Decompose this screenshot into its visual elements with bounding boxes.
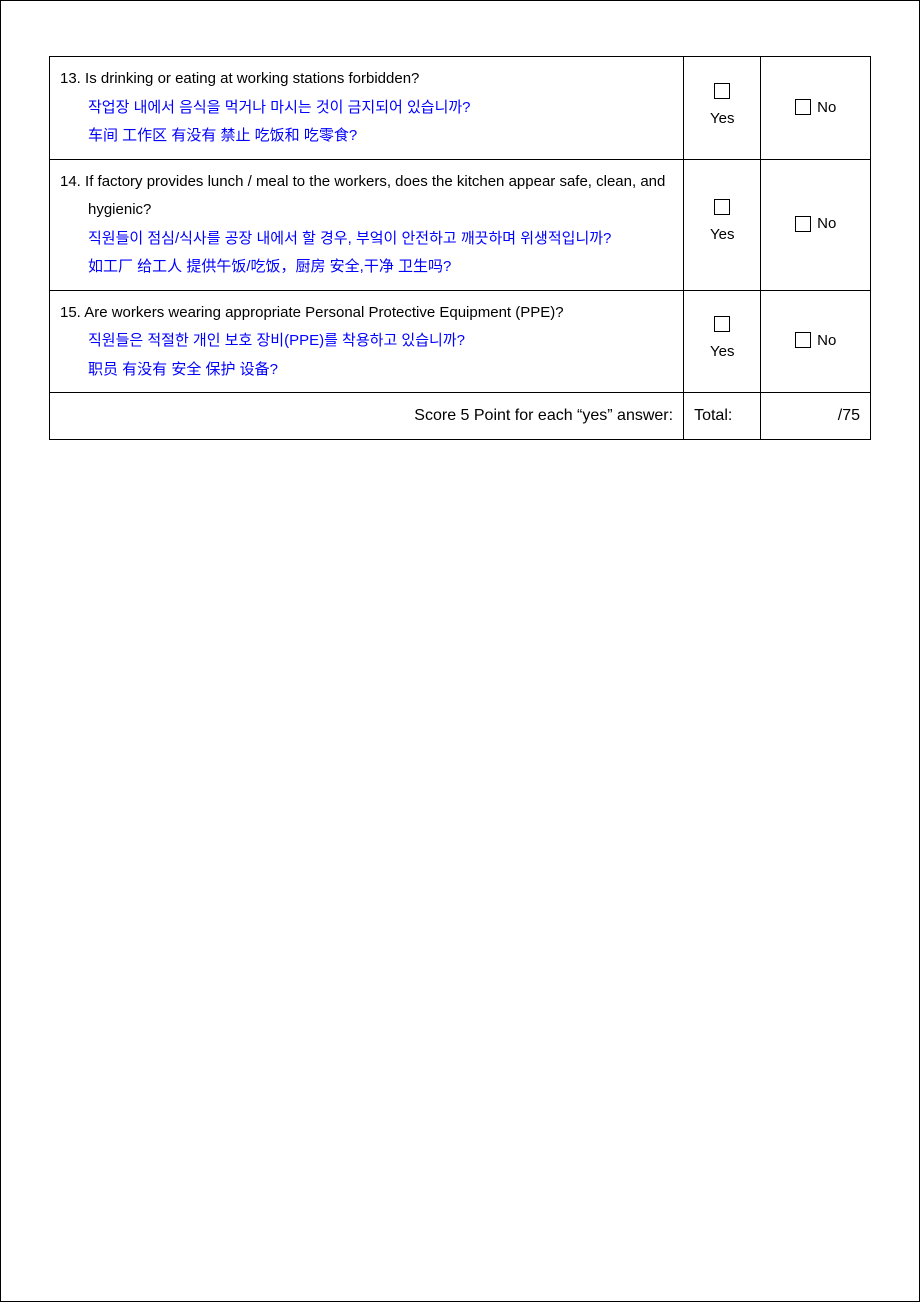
question-ko: 직원들은 적절한 개인 보호 장비(PPE)를 착용하고 있습니까?	[60, 327, 673, 356]
no-cell: No	[761, 57, 871, 160]
question-number: 15.	[60, 304, 81, 321]
footer-row: Score 5 Point for each “yes” answer: Tot…	[50, 393, 871, 440]
no-label: No	[817, 210, 836, 239]
page-frame: 13. Is drinking or eating at working sta…	[0, 0, 920, 1302]
footer-score-cell: /75	[761, 393, 871, 440]
yes-label: Yes	[710, 221, 734, 250]
no-label: No	[817, 94, 836, 123]
checkbox-icon[interactable]	[714, 316, 730, 332]
yes-label: Yes	[710, 105, 734, 134]
checkbox-icon[interactable]	[714, 199, 730, 215]
question-en: If factory provides lunch / meal to the …	[85, 173, 665, 219]
question-en: Are workers wearing appropriate Personal…	[84, 304, 563, 321]
yes-label: Yes	[710, 338, 734, 367]
yes-cell: Yes	[684, 57, 761, 160]
checkbox-icon[interactable]	[795, 99, 811, 115]
checkbox-icon[interactable]	[795, 332, 811, 348]
question-en: Is drinking or eating at working station…	[85, 70, 419, 87]
yes-cell: Yes	[684, 290, 761, 393]
question-zh: 如工厂 给工人 提供午饭/吃饭，厨房 安全,干净 卫生吗?	[60, 253, 673, 282]
no-cell: No	[761, 290, 871, 393]
question-zh: 职员 有没有 安全 保护 设备?	[60, 356, 673, 385]
question-ko: 작업장 내에서 음식을 먹거나 마시는 것이 금지되어 있습니까?	[60, 94, 673, 123]
footer-label-cell: Score 5 Point for each “yes” answer:	[50, 393, 684, 440]
footer-total-cell: Total:	[684, 393, 761, 440]
checkbox-icon[interactable]	[795, 216, 811, 232]
table-row: 14. If factory provides lunch / meal to …	[50, 159, 871, 290]
question-cell: 14. If factory provides lunch / meal to …	[50, 159, 684, 290]
yes-cell: Yes	[684, 159, 761, 290]
question-cell: 15. Are workers wearing appropriate Pers…	[50, 290, 684, 393]
question-cell: 13. Is drinking or eating at working sta…	[50, 57, 684, 160]
question-number: 14.	[60, 173, 81, 190]
question-zh: 车间 工作区 有没有 禁止 吃饭和 吃零食?	[60, 122, 673, 151]
table-row: 13. Is drinking or eating at working sta…	[50, 57, 871, 160]
questionnaire-table: 13. Is drinking or eating at working sta…	[49, 56, 871, 440]
content-area: 13. Is drinking or eating at working sta…	[1, 1, 919, 440]
no-cell: No	[761, 159, 871, 290]
question-ko: 직원들이 점심/식사를 공장 내에서 할 경우, 부엌이 안전하고 깨끗하며 위…	[60, 225, 673, 254]
table-row: 15. Are workers wearing appropriate Pers…	[50, 290, 871, 393]
question-number: 13.	[60, 70, 81, 87]
checkbox-icon[interactable]	[714, 83, 730, 99]
no-label: No	[817, 327, 836, 356]
